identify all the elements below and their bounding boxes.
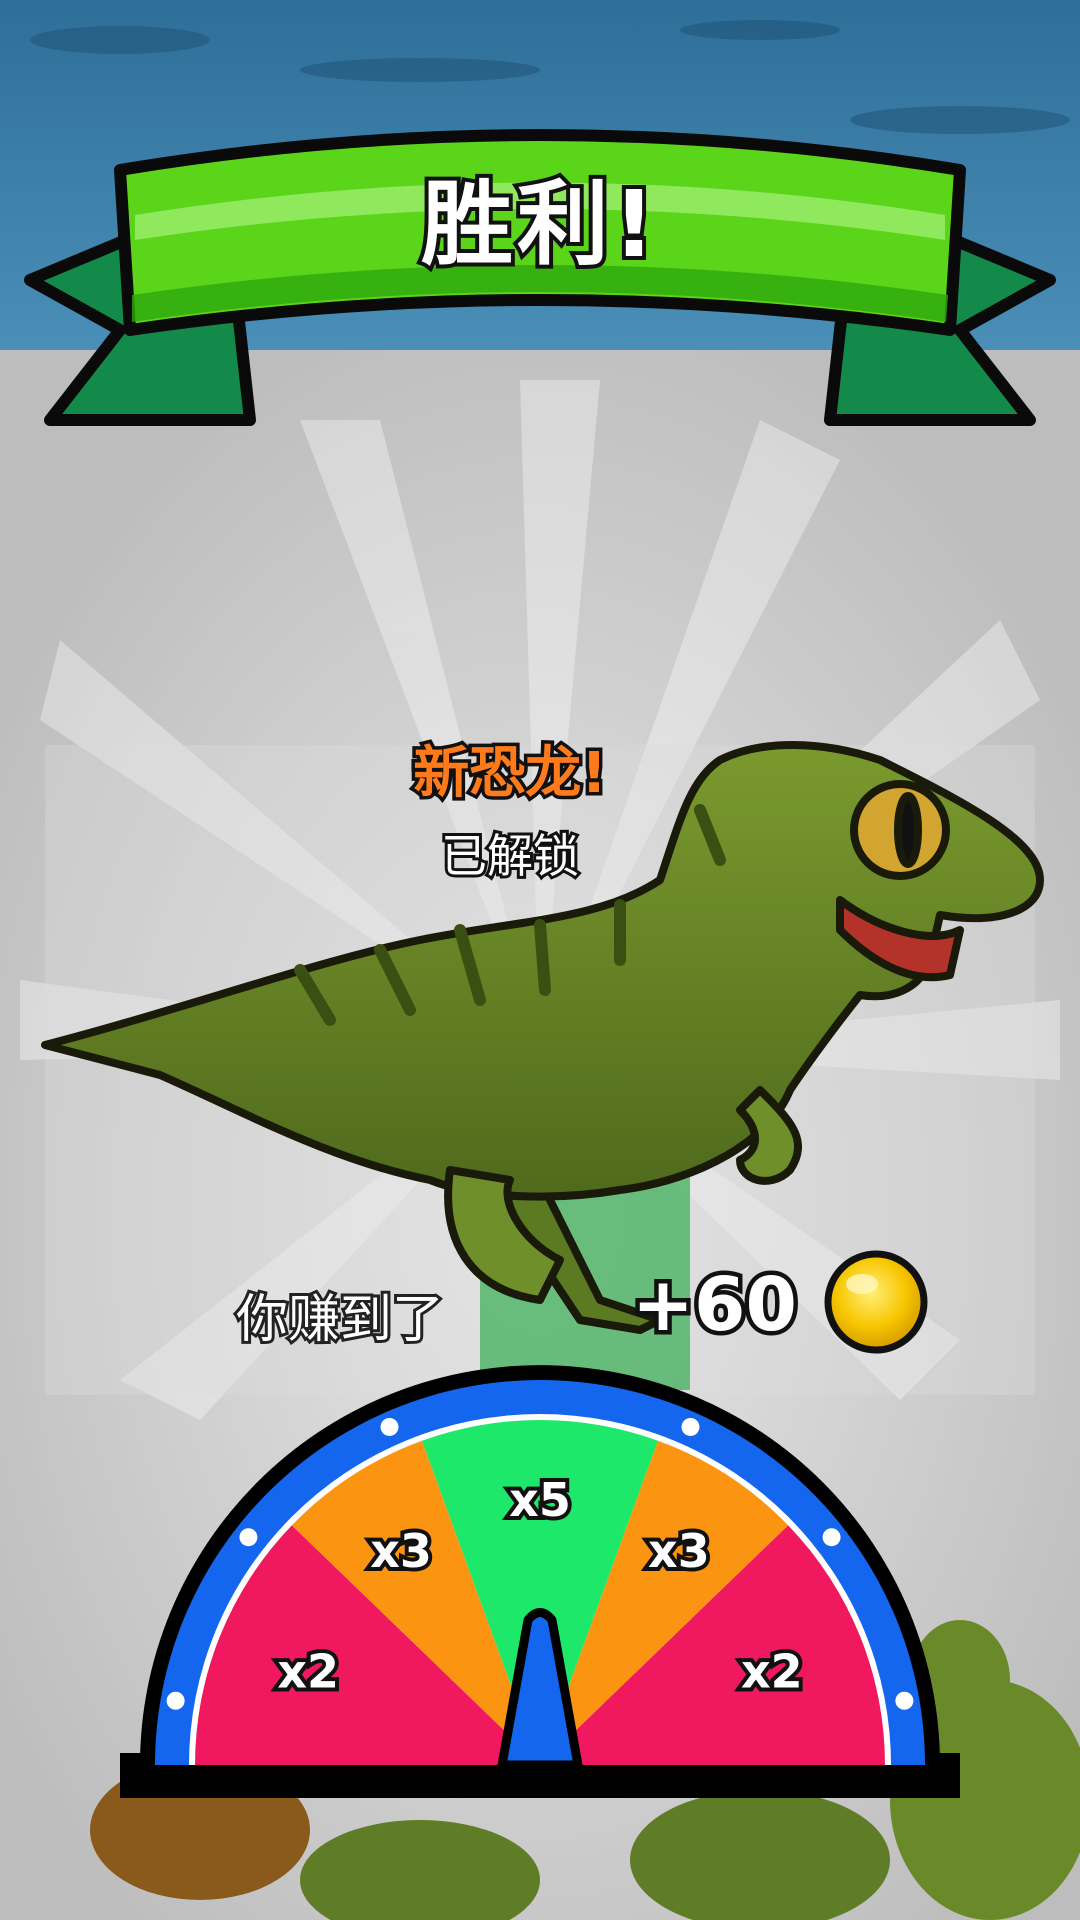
rim-dot — [380, 1417, 399, 1436]
rim-dot — [822, 1528, 841, 1547]
earned-amount: +60 — [628, 1258, 802, 1353]
game-scene: x2 x3 x5 x3 x2 — [0, 0, 1080, 1920]
victory-title: 胜利! — [417, 167, 659, 282]
rim-dot — [681, 1417, 700, 1436]
unlocked-subtitle: 已解锁 — [438, 826, 582, 886]
coin-icon — [824, 1250, 928, 1354]
wheel-segment-label: x3 — [648, 1524, 710, 1578]
new-dinosaur-title: 新恐龙! — [410, 738, 611, 810]
rim-dot — [239, 1528, 258, 1547]
rim-dot — [895, 1691, 914, 1710]
wheel-segment-label: x2 — [741, 1644, 803, 1698]
rim-dot — [166, 1691, 185, 1710]
wheel-segment-label: x2 — [277, 1644, 339, 1698]
earned-label: 你赚到了 — [233, 1287, 447, 1353]
wheel-segment-label: x3 — [370, 1524, 432, 1578]
wheel-segment-label: x5 — [509, 1473, 571, 1527]
